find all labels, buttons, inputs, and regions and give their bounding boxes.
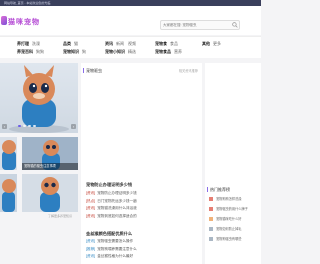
rank-square-icon [209,197,213,201]
list-text: 日门宠物托运多少钱一趟 [97,198,137,203]
main-content: 宠物驱虫 相关资讯推荐 宠物防止办理证明多少钱 [资讯] 宠物防止办理证明多少钱 … [81,63,202,264]
list-text: 金丝猴性格为什么最好 [97,254,134,258]
slider-dot[interactable] [28,125,31,127]
list-text: 宠物驱虫需要怎么操作 [97,239,134,243]
rank-item[interactable]: 宠物狗驱虫有哪些 [209,237,248,247]
search-input[interactable] [163,21,227,29]
list-text: 宠物到底如何选择适合的 [97,213,137,218]
list-item[interactable]: [资讯] 金丝猴性格为什么最好 [86,253,137,261]
more-link[interactable]: 了解更多养宠知识 [48,214,72,218]
logo-icon[interactable] [1,16,7,25]
nav-link[interactable]: 猫 [74,41,78,46]
rank-square-icon [209,227,213,231]
rank-item[interactable]: 宠物驱虫药用什么牌子 [209,207,248,217]
article-list: [资讯] 宠物驱虫需要怎么操作 [推荐] 宠物狗喂养需要注意什么 [资讯] 金丝猴性格… [86,238,137,261]
slider-prev-icon[interactable]: ‹ [2,124,7,129]
rank-item[interactable]: 宠物狗狗怎样洗澡 [209,197,248,207]
nav-link[interactable]: 营养 [174,49,182,54]
banner-slider[interactable]: ‹ › [0,63,78,133]
nav-group-5: 其他 更多 [202,40,225,48]
thumb-card[interactable] [22,174,78,212]
section-more-link[interactable]: 相关资讯推荐 [179,68,198,73]
section-title: 宠物驱虫 [83,68,102,73]
search-icon[interactable] [232,22,238,28]
article-list: [资讯] 宠物防止办理证明多少钱 [热点] 日门宠物托运多少钱一趟 [资讯] 宠物猫洗… [86,190,137,220]
list-text: 宠物防止办理证明多少钱 [97,191,137,195]
rank-text: 宠物狗驱虫有哪些 [216,237,242,241]
slider-dot[interactable] [23,125,26,127]
headline[interactable]: 金丝猴颜色搭配优质什么 [86,231,132,237]
nav-link[interactable]: 精选 [128,49,136,54]
rank-item[interactable]: 宠物如何防止掉毛 [209,227,248,237]
nav-group-1: 养打理 洗澡 养宠百科 狗狗 [17,40,48,56]
slider-next-icon[interactable]: › [71,124,76,129]
nav-link[interactable]: 视频 [128,41,136,46]
thumb-caption: 宠物猫的驱虫注意事项 [22,163,78,170]
rank-text: 宠物狗狗怎样洗澡 [216,197,242,201]
thumb-card[interactable]: 宠物猫的驱虫注意事项 [22,137,78,170]
rank-text: 宠物驱虫药用什么牌子 [216,207,248,211]
list-item[interactable]: [推荐] 宠物狗喂养需要注意什么 [86,246,137,254]
nav-head[interactable]: 资讯 [105,41,113,46]
nav-head[interactable]: 宠物食品 [155,49,171,54]
list-tag: [推荐] [86,246,96,251]
list-item[interactable]: [资讯] 宠物防止办理证明多少钱 [86,190,137,198]
list-text: 宠物狗喂养需要注意什么 [97,246,137,251]
nav-head[interactable]: 宠物知识 [63,49,79,54]
list-tag: [资讯] [86,213,96,218]
right-sidebar: 热门推荐榜 宠物狗狗怎样洗澡 宠物驱虫药用什么牌子 宠物猫咪吃什么好 宠物如何防… [205,63,261,264]
category-nav: 养打理 洗澡 养宠百科 狗狗 品类猫 宠物知识狗 资讯 新闻 视频 宠物小知识 精选 宠物… [0,36,261,58]
nav-group-4: 宠物食 食品 宠物食品 营养 [155,40,186,56]
nav-head[interactable]: 养打理 [17,41,29,46]
cat-illustration [9,65,69,133]
nav-head[interactable]: 宠物小知识 [105,49,125,54]
nav-link[interactable]: 食品 [170,41,178,46]
nav-link[interactable]: 狗狗 [36,49,44,54]
nav-link[interactable]: 狗 [82,49,86,54]
rank-square-icon [209,237,213,241]
header: 猫咪宠物 [0,6,261,35]
nav-group-3: 资讯 新闻 视频 宠物小知识 精选 [105,40,140,56]
search-box [160,20,240,30]
nav-link[interactable]: 更多 [213,41,221,46]
nav-head[interactable]: 养宠百科 [17,49,33,54]
headline[interactable]: 宠物防止办理证明多少钱 [86,182,132,188]
list-text: 宠物猫洗澡用什么沐浴液 [97,206,137,210]
list-tag: [资讯] [86,239,96,243]
slider-dots [18,125,36,127]
slider-dot[interactable] [33,125,36,127]
rank-title: 热门推荐榜 [207,187,230,192]
list-tag: [热点] [86,198,96,203]
list-item[interactable]: [资讯] 宠物驱虫需要怎么操作 [86,238,137,246]
thumb-card[interactable] [0,174,17,212]
list-tag: [资讯] [86,206,96,210]
thumb-image [22,174,78,212]
site-logo[interactable]: 猫咪宠物 [8,17,40,27]
slider-dot[interactable] [18,125,21,127]
list-item[interactable]: [热点] 日门宠物托运多少钱一趟 [86,198,137,206]
list-item[interactable]: [资讯] 宠物猫洗澡用什么沐浴液 [86,205,137,213]
nav-head[interactable]: 宠物食 [155,41,167,46]
nav-head[interactable]: 品类 [63,41,71,46]
nav-link[interactable]: 新闻 [116,41,124,46]
nav-head[interactable]: 其他 [202,41,210,46]
list-tag: [资讯] [86,191,96,195]
rank-list: 宠物狗狗怎样洗澡 宠物驱虫药用什么牌子 宠物猫咪吃什么好 宠物如何防止掉毛 宠物… [209,197,248,247]
rank-square-icon [209,217,213,221]
nav-link[interactable]: 洗澡 [32,41,40,46]
thumb-image [2,140,16,170]
nav-group-2: 品类猫 宠物知识狗 [63,40,90,56]
rank-text: 宠物如何防止掉毛 [216,227,242,231]
rank-item[interactable]: 宠物猫咪吃什么好 [209,217,248,227]
list-item[interactable]: [资讯] 宠物到底如何选择适合的 [86,213,137,221]
rank-square-icon [209,207,213,211]
thumb-card[interactable] [0,137,17,170]
list-tag: [资讯] [86,254,96,258]
thumb-image [0,174,17,212]
rank-text: 宠物猫咪吃什么好 [216,217,242,221]
